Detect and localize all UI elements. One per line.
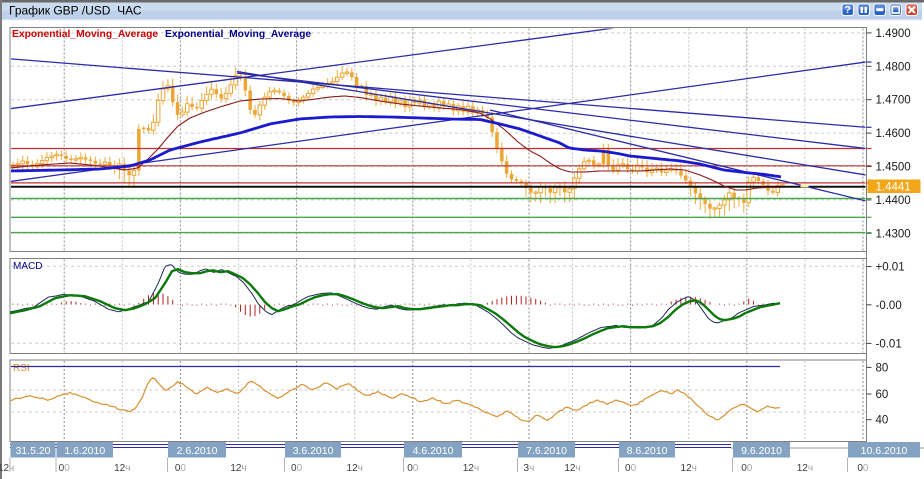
svg-text:00: 00 xyxy=(857,463,869,474)
svg-text:00: 00 xyxy=(59,463,71,474)
svg-text:График GBP /USD ЧАС: График GBP /USD ЧАС xyxy=(9,4,142,18)
svg-text:00: 00 xyxy=(175,463,187,474)
svg-text:RSI: RSI xyxy=(13,363,30,374)
svg-text:8.6.2010: 8.6.2010 xyxy=(627,445,668,457)
svg-text:1.4600: 1.4600 xyxy=(876,128,911,140)
svg-text:12ч: 12ч xyxy=(230,463,246,474)
svg-text:3.6.2010: 3.6.2010 xyxy=(293,445,334,457)
svg-text:12ч: 12ч xyxy=(463,463,479,474)
svg-text:00: 00 xyxy=(291,463,303,474)
svg-text:12ч: 12ч xyxy=(347,463,363,474)
svg-text:00: 00 xyxy=(741,463,753,474)
svg-text:1.4400: 1.4400 xyxy=(876,195,911,207)
svg-text:-0.01: -0.01 xyxy=(876,338,902,350)
svg-text:1.4700: 1.4700 xyxy=(876,95,911,107)
svg-text:?: ? xyxy=(845,4,851,16)
svg-text:9.6.2010: 9.6.2010 xyxy=(741,445,782,457)
svg-text:00: 00 xyxy=(625,463,637,474)
svg-text:4.6.2010: 4.6.2010 xyxy=(413,445,454,457)
svg-text:Exponential_Moving_Average: Exponential_Moving_Average xyxy=(165,29,311,40)
svg-text:-0.00: -0.00 xyxy=(876,300,902,312)
svg-text:3ч: 3ч xyxy=(524,463,535,474)
svg-text:60: 60 xyxy=(876,389,889,401)
svg-text:Exponential_Moving_Average: Exponential_Moving_Average xyxy=(12,29,158,40)
svg-text:1.6.2010: 1.6.2010 xyxy=(64,445,105,457)
svg-text:12ч: 12ч xyxy=(0,463,14,474)
svg-text:1.4300: 1.4300 xyxy=(876,228,911,240)
svg-text:12ч: 12ч xyxy=(564,463,580,474)
svg-text:+0.01: +0.01 xyxy=(876,262,905,274)
svg-text:1.4441: 1.4441 xyxy=(876,182,911,194)
svg-text:00: 00 xyxy=(407,463,419,474)
svg-text:12ч: 12ч xyxy=(797,463,813,474)
svg-text:10.6.2010: 10.6.2010 xyxy=(861,445,908,457)
svg-text:40: 40 xyxy=(876,415,889,427)
svg-text:12ч: 12ч xyxy=(114,463,130,474)
svg-text:1.4800: 1.4800 xyxy=(876,61,911,73)
svg-text:80: 80 xyxy=(876,362,889,374)
svg-text:31.5.20: 31.5.20 xyxy=(15,445,50,457)
svg-text:MACD: MACD xyxy=(13,261,42,272)
svg-text:1.4900: 1.4900 xyxy=(876,28,911,40)
svg-text:12ч: 12ч xyxy=(681,463,697,474)
svg-text:2.6.2010: 2.6.2010 xyxy=(177,445,218,457)
svg-text:7.6.2010: 7.6.2010 xyxy=(526,445,567,457)
svg-text:1.4500: 1.4500 xyxy=(876,162,911,174)
